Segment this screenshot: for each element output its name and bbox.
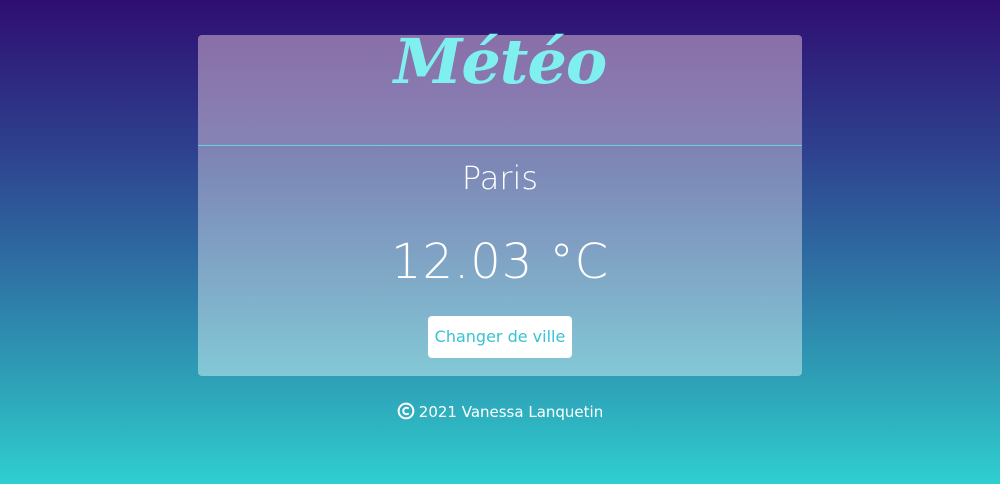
footer: 2021 Vanessa Lanquetin (0, 400, 1000, 424)
change-city-button[interactable]: Changer de ville (428, 316, 572, 358)
app-title: Météo (393, 25, 608, 98)
footer-text: 2021 Vanessa Lanquetin (418, 403, 604, 421)
temperature-value: 12.03 °C (390, 234, 610, 290)
city-name: Paris (461, 159, 539, 197)
copyright-icon (397, 402, 415, 420)
